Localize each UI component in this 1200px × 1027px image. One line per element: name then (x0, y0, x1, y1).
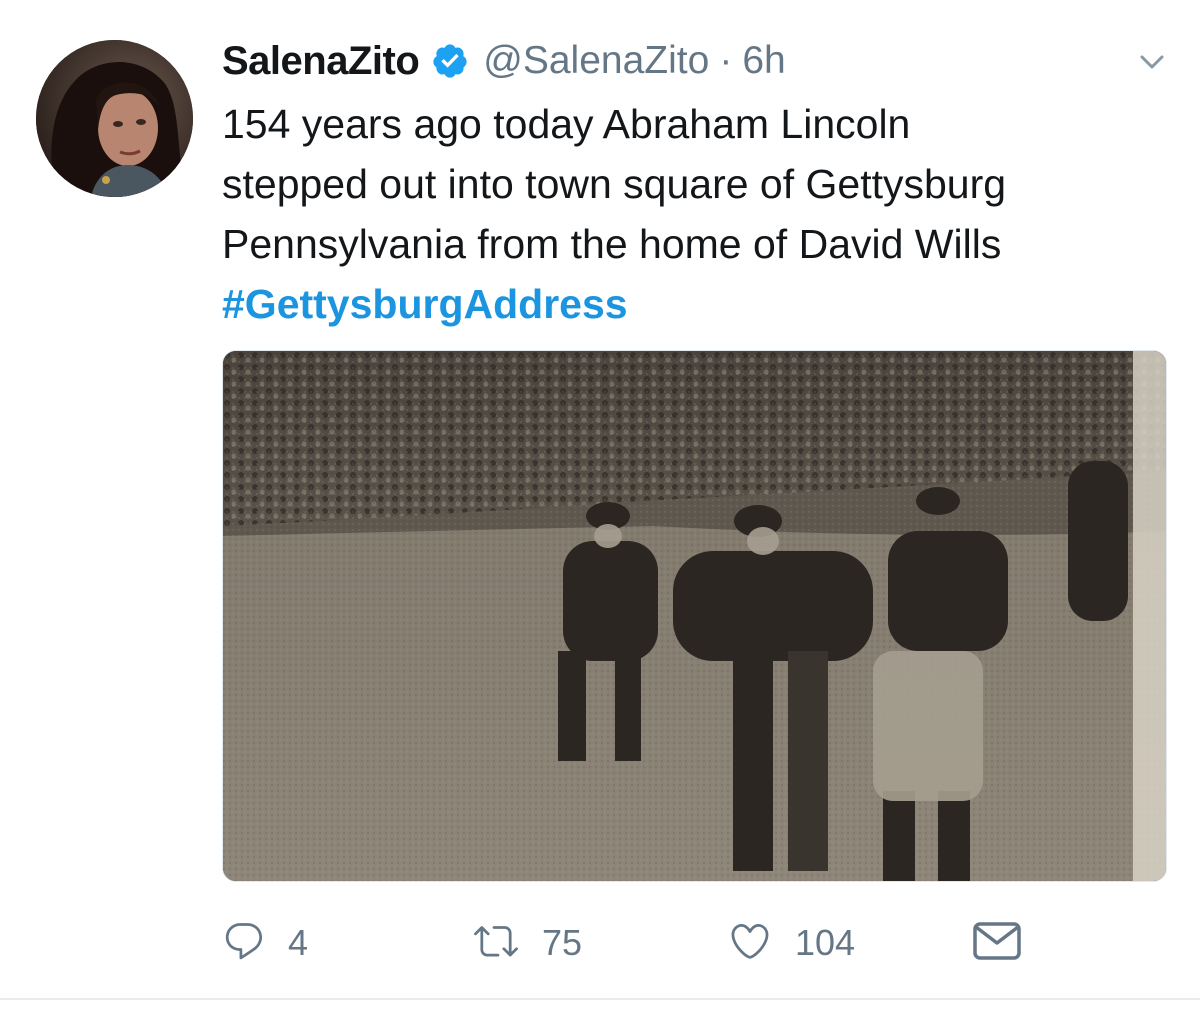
envelope-icon (972, 921, 1022, 966)
retweet-icon (472, 919, 520, 968)
tweet-photo[interactable] (222, 350, 1167, 882)
verified-badge-icon (431, 42, 469, 80)
retweet-count: 75 (542, 922, 583, 963)
reply-count: 4 (288, 922, 309, 963)
hashtag-link[interactable]: #GettysburgAddress (222, 274, 1172, 334)
tweet-timestamp[interactable]: 6h (742, 39, 785, 83)
tweet-text-line: 154 years ago today Abraham Lincoln (222, 101, 911, 147)
tweet-text-line: stepped out into town square of Gettysbu… (222, 161, 1007, 207)
heart-icon (727, 919, 773, 968)
tweet-actions: 4 75 104 (222, 908, 1172, 978)
chevron-down-icon[interactable] (1134, 48, 1170, 76)
like-count: 104 (795, 922, 856, 963)
retweet-button[interactable]: 75 (472, 908, 582, 978)
tweet-text-line: Pennsylvania from the home of David Will… (222, 221, 1002, 267)
like-button[interactable]: 104 (727, 908, 855, 978)
direct-message-button[interactable] (972, 908, 1022, 978)
reply-bubble-icon (222, 919, 266, 968)
reply-button[interactable]: 4 (222, 908, 308, 978)
tweet-text: 154 years ago today Abraham Lincoln step… (222, 94, 1172, 334)
separator-dot: · (719, 39, 733, 82)
tweet-card[interactable]: SalenaZito @SalenaZito · 6h 154 years ag… (0, 0, 1200, 1000)
historic-photo (223, 351, 1166, 881)
tweet-divider (0, 998, 1200, 1000)
author-name[interactable]: SalenaZito (222, 39, 420, 84)
avatar[interactable] (36, 40, 193, 197)
author-handle[interactable]: @SalenaZito (483, 39, 709, 83)
tweet-header: SalenaZito @SalenaZito · 6h (222, 36, 786, 86)
